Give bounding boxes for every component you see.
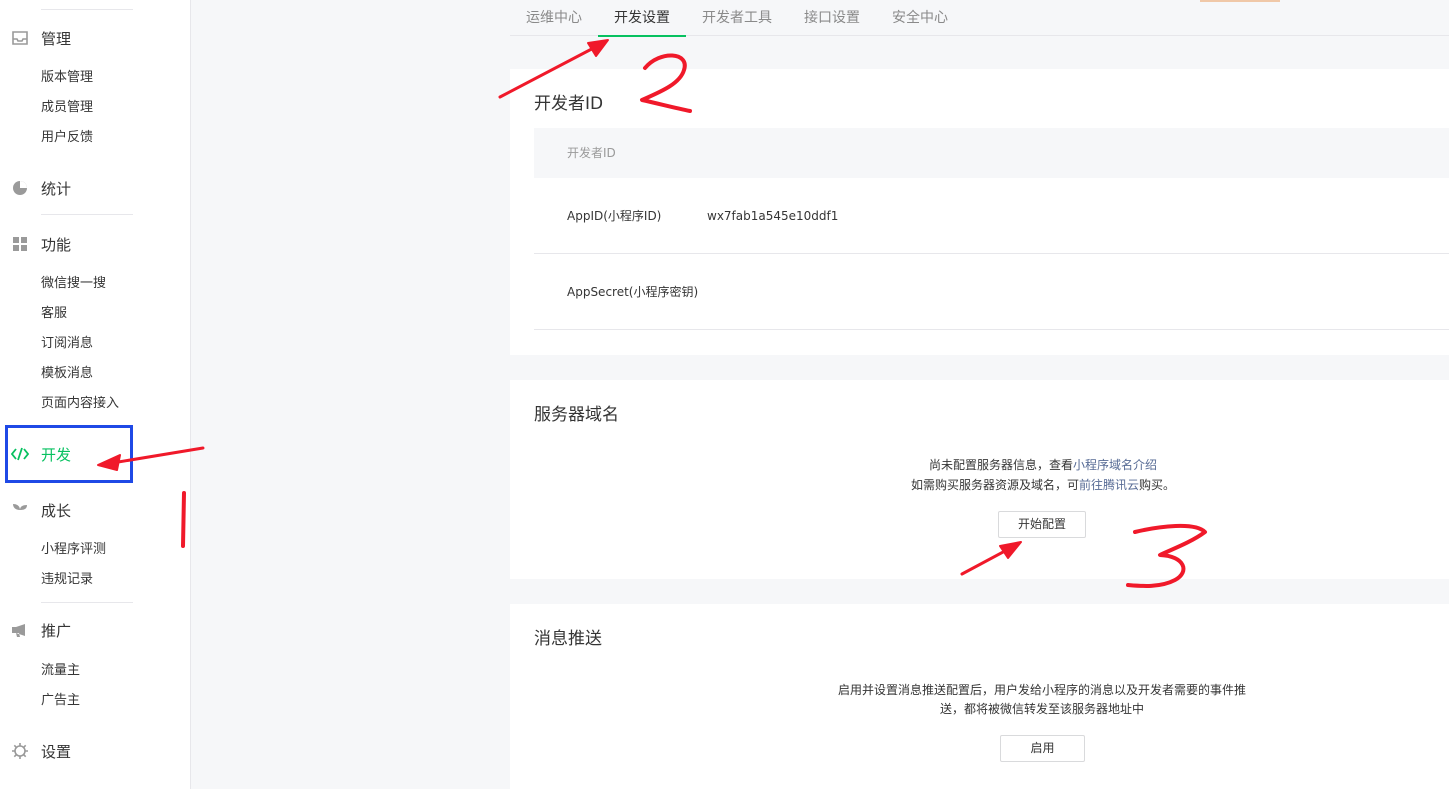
push-info-line1: 启用并设置消息推送配置后，用户发给小程序的消息以及开发者需要的事件推 xyxy=(837,683,1246,697)
sidebar-divider xyxy=(41,214,133,215)
sidebar-item-version[interactable]: 版本管理 xyxy=(41,68,93,88)
annotation-arrowhead-2 xyxy=(587,39,609,57)
card-title: 服务器域名 xyxy=(534,405,619,425)
pie-chart-icon xyxy=(10,178,30,198)
sidebar-item-subscribe-msg[interactable]: 订阅消息 xyxy=(41,334,93,354)
gear-icon xyxy=(10,741,30,761)
table-row: AppSecret(小程序密钥) xyxy=(534,254,1449,330)
table-row: AppID(小程序ID) wx7fab1a545e10ddf1 xyxy=(534,178,1449,254)
sidebar-item-page-content[interactable]: 页面内容接入 xyxy=(41,394,119,414)
sidebar-item-search[interactable]: 微信搜一搜 xyxy=(41,274,106,294)
sidebar-item-evaluation[interactable]: 小程序评测 xyxy=(41,540,106,560)
appsecret-label: AppSecret(小程序密钥) xyxy=(567,285,699,299)
card-title: 开发者ID xyxy=(534,94,604,114)
appid-label: AppID(小程序ID) xyxy=(567,209,662,223)
appid-value: wx7fab1a545e10ddf1 xyxy=(707,208,839,223)
tab-dev-settings[interactable]: 开发设置 xyxy=(598,0,686,37)
highlight-box-develop xyxy=(5,425,133,483)
start-config-button[interactable]: 开始配置 xyxy=(998,511,1086,538)
sidebar-item-members[interactable]: 成员管理 xyxy=(41,98,93,118)
sidebar-group-stats[interactable]: 统计 xyxy=(0,173,71,203)
sidebar-divider xyxy=(41,9,133,10)
sidebar-group-label: 管理 xyxy=(41,29,72,48)
tab-ops-center[interactable]: 运维中心 xyxy=(510,0,598,36)
sidebar-group-functions[interactable]: 功能 xyxy=(0,229,71,259)
sprout-icon xyxy=(10,500,30,520)
tencent-cloud-link[interactable]: 前往腾讯云 xyxy=(1079,478,1139,492)
server-domain-card: 服务器域名 尚未配置服务器信息，查看小程序域名介绍 如需购买服务器资源及域名，可… xyxy=(510,380,1449,579)
sidebar: 管理 版本管理 成员管理 用户反馈 统计 功能 微信搜一搜 客服 订阅消息 模板… xyxy=(0,0,191,789)
message-push-card: 消息推送 启用并设置消息推送配置后，用户发给小程序的消息以及开发者需要的事件推 … xyxy=(510,604,1449,789)
sidebar-group-label: 统计 xyxy=(41,179,72,198)
tab-api-settings[interactable]: 接口设置 xyxy=(788,0,876,36)
sidebar-divider xyxy=(41,602,133,603)
developer-id-table: 开发者ID AppID(小程序ID) wx7fab1a545e10ddf1 Ap… xyxy=(534,128,1449,330)
sidebar-item-traffic-owner[interactable]: 流量主 xyxy=(41,661,80,681)
domain-intro-link[interactable]: 小程序域名介绍 xyxy=(1073,458,1157,472)
sidebar-group-label: 功能 xyxy=(41,235,72,254)
sidebar-item-feedback[interactable]: 用户反馈 xyxy=(41,128,93,148)
sidebar-item-customer-service[interactable]: 客服 xyxy=(41,304,67,324)
enable-button[interactable]: 启用 xyxy=(1000,735,1085,762)
tab-dev-tools[interactable]: 开发者工具 xyxy=(686,0,788,36)
sidebar-group-growth[interactable]: 成长 xyxy=(0,495,71,525)
developer-id-card: 开发者ID 开发者ID AppID(小程序ID) wx7fab1a545e10d… xyxy=(510,69,1449,355)
inbox-icon xyxy=(10,28,30,48)
sidebar-group-label: 设置 xyxy=(41,742,72,761)
sidebar-item-template-msg[interactable]: 模板消息 xyxy=(41,364,93,384)
card-title: 消息推送 xyxy=(534,629,602,649)
tab-bar: 运维中心 开发设置 开发者工具 接口设置 安全中心 xyxy=(510,0,1449,37)
sidebar-item-violations[interactable]: 违规记录 xyxy=(41,570,93,590)
tab-security-center[interactable]: 安全中心 xyxy=(876,0,964,36)
push-info-line2: 送，都将被微信转发至该服务器地址中 xyxy=(939,702,1144,716)
server-info-line1: 尚未配置服务器信息，查看小程序域名介绍 xyxy=(848,455,1238,475)
table-header: 开发者ID xyxy=(534,128,1449,178)
sidebar-group-label: 推广 xyxy=(41,621,72,640)
server-info-text: 如需购买服务器资源及域名，可 xyxy=(910,478,1079,492)
server-info-text: 购买。 xyxy=(1139,478,1176,492)
megaphone-icon xyxy=(10,620,30,640)
sidebar-item-advertiser[interactable]: 广告主 xyxy=(41,691,80,711)
sidebar-group-settings[interactable]: 设置 xyxy=(0,736,71,766)
server-info-text: 尚未配置服务器信息，查看 xyxy=(928,458,1073,472)
server-info-line2: 如需购买服务器资源及域名，可前往腾讯云购买。 xyxy=(848,475,1238,495)
grid-icon xyxy=(10,234,30,254)
sidebar-group-manage[interactable]: 管理 xyxy=(0,23,71,53)
sidebar-group-label: 成长 xyxy=(41,501,72,520)
sidebar-group-promotion[interactable]: 推广 xyxy=(0,615,71,645)
